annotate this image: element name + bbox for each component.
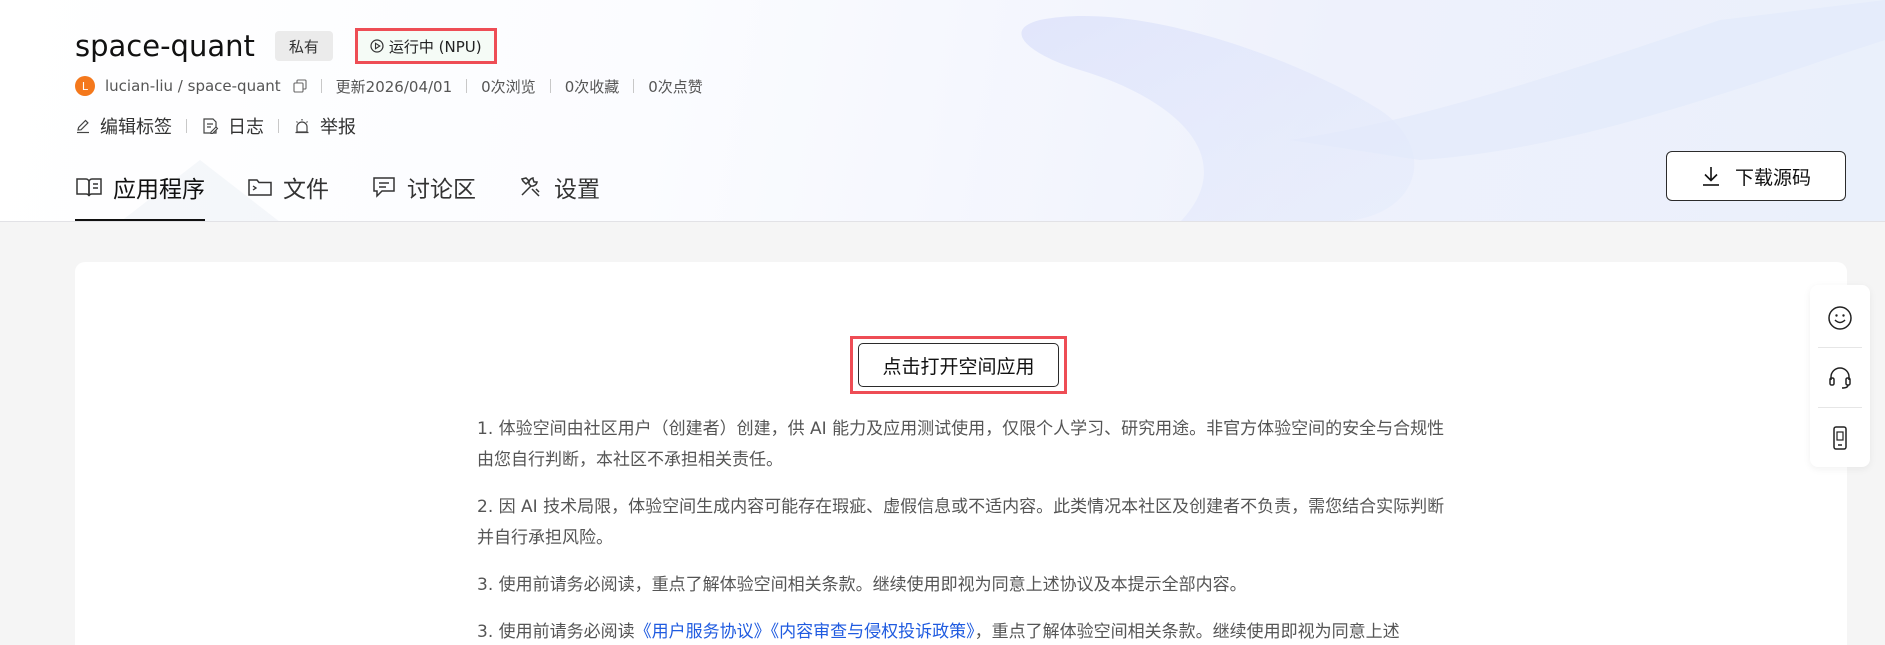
edit-tags-button[interactable]: 编辑标签 [75,113,172,139]
notice-text: ，重点了解体验空间相关条款。继续使用即视为同意上述 [974,622,1400,642]
notice-text: 3. 使用前请务必阅读 [477,622,635,642]
like-count: 0次点赞 [648,77,703,96]
tab-label: 设置 [554,177,600,203]
tab-application[interactable]: 应用程序 [75,166,205,221]
open-app-highlight: 点击打开空间应用 [850,336,1067,394]
divider [466,79,468,93]
status-text: 运行中 (NPU) [388,37,482,56]
edit-tags-label: 编辑标签 [100,117,172,138]
tab-label: 应用程序 [113,177,205,203]
space-title: space-quant [75,29,255,63]
log-button[interactable]: 日志 [201,113,264,139]
user-agreement-link[interactable]: 《用户服务协议》 [635,622,771,642]
status-badge[interactable]: 运行中 (NPU) [354,28,497,64]
space-header: space-quant 私有 运行中 (NPU) L lucian-liu / … [0,0,1885,222]
mobile-button[interactable] [1810,408,1870,468]
play-circle-icon [370,39,384,53]
divider [278,119,279,133]
pencil-icon [77,119,89,134]
log-icon [203,118,219,135]
folder-icon [248,179,272,196]
owner-path[interactable]: lucian-liu / space-quant [105,77,281,95]
content-policy-link[interactable]: 《内容审查与侵权投诉政策》 [771,622,975,642]
report-label: 举报 [320,117,356,138]
download-icon [1702,167,1719,186]
tab-files[interactable]: 文件 [247,166,329,208]
notice-item: 1. 体验空间由社区用户（创建者）创建，供 AI 能力及应用测试使用，仅限个人学… [477,419,1445,470]
open-space-app-button[interactable]: 点击打开空间应用 [858,343,1059,387]
feedback-button[interactable] [1810,288,1870,348]
updated-date: 更新2026/04/01 [335,77,453,96]
tab-label: 文件 [283,177,329,203]
download-source-button[interactable]: 下载源码 [1666,151,1846,201]
divider [186,119,187,133]
smiley-icon [1828,306,1852,330]
floating-toolbar [1810,285,1870,467]
headset-icon [1829,367,1851,389]
report-button[interactable]: 举报 [293,113,356,139]
divider [320,79,322,93]
notice-item: 2. 因 AI 技术局限，体验空间生成内容可能存在瑕疵、虚假信息或不适内容。此类… [477,497,1445,548]
divider [633,79,635,93]
download-label: 下载源码 [1734,166,1811,189]
tab-settings[interactable]: 设置 [518,166,600,208]
log-label: 日志 [228,117,264,138]
tab-label: 讨论区 [407,177,476,203]
tab-bar: 应用程序 文件 讨论区 设置 [75,166,642,221]
phone-icon [1833,426,1847,450]
notice-item: 3. 使用前请务必阅读，重点了解体验空间相关条款。继续使用即视为同意上述协议及本… [477,575,1247,595]
private-badge: 私有 [274,31,333,61]
usage-notice: 1. 体验空间由社区用户（创建者）创建，供 AI 能力及应用测试使用，仅限个人学… [477,414,1447,645]
divider [549,79,551,93]
support-button[interactable] [1810,348,1870,408]
tab-discussion[interactable]: 讨论区 [371,166,476,208]
tools-icon [520,177,540,197]
notice-item: 3. 使用前请务必阅读《用户服务协议》《内容审查与侵权投诉政策》，重点了解体验空… [477,617,1447,645]
avatar[interactable]: L [75,76,95,96]
chat-icon [373,177,395,198]
alarm-icon [295,119,309,134]
copy-icon[interactable] [293,79,307,93]
favorite-count: 0次收藏 [564,77,620,96]
view-count: 0次浏览 [481,77,536,96]
book-open-icon [76,178,102,197]
